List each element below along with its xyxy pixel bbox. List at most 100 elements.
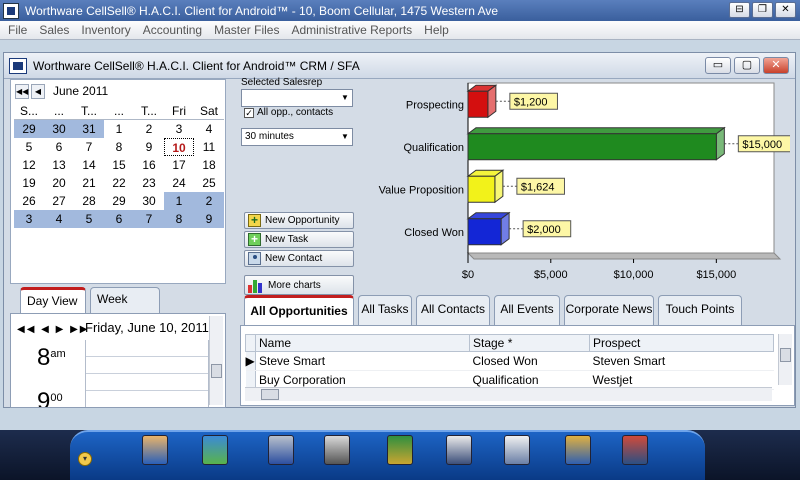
calendar-day[interactable]: 17 [164,156,194,174]
tab-touch-points[interactable]: Touch Points [658,295,742,325]
grid-vertical-scrollbar[interactable] [778,334,792,385]
calendar-day[interactable]: 16 [134,156,164,174]
menu-file[interactable]: File [2,23,33,37]
calendar-day[interactable]: 12 [14,156,44,174]
calendar-day[interactable]: 1 [104,120,134,138]
calendar-day[interactable]: 11 [194,138,224,156]
tab-day-view[interactable]: Day View [20,287,86,313]
calendar-day[interactable]: 25 [194,174,224,192]
globe-icon[interactable] [200,431,230,465]
calendar-day[interactable]: 9 [134,138,164,156]
menu-administrative-reports[interactable]: Administrative Reports [285,23,418,37]
calendar-day[interactable]: 28 [74,192,104,210]
calendar-day[interactable]: 4 [44,210,74,228]
table-row[interactable]: ▶ Steve Smart Closed Won Steven Smart [245,351,774,371]
calendar-day[interactable]: 27 [44,192,74,210]
calendar-day[interactable]: 31 [74,120,104,138]
register-icon[interactable] [322,431,352,465]
menu-master-files[interactable]: Master Files [208,23,285,37]
day-view-scrollbar[interactable] [209,316,223,405]
list-icon[interactable] [444,431,474,465]
calendar-day[interactable]: 29 [104,192,134,210]
calendar-month-label: June 2011 [53,84,109,98]
time-slots[interactable] [85,340,209,407]
calendar-day[interactable]: 7 [74,138,104,156]
prev-year-icon[interactable]: ◀◀ [15,83,29,99]
calendar-day[interactable]: 24 [164,174,194,192]
cell-name[interactable]: Steve Smart [255,351,470,371]
bar-side [500,211,510,246]
menu-accounting[interactable]: Accounting [137,23,208,37]
calendar-day[interactable]: 6 [44,138,74,156]
contact-icon [248,252,261,265]
calendar-day[interactable]: 9 [194,210,224,228]
new-task-button[interactable]: + New Task [244,231,354,248]
all-opp-checkbox[interactable]: ✓ All opp., contacts [244,107,333,118]
menu-help[interactable]: Help [418,23,455,37]
new-contact-button[interactable]: New Contact [244,250,354,267]
tab-all-opportunities[interactable]: All Opportunities [244,295,354,325]
dock-toggle-icon[interactable]: ▾ [78,452,92,466]
calendar-day[interactable]: 1 [164,192,194,210]
column-header-name[interactable]: Name [255,334,470,352]
calendar-day[interactable]: 6 [104,210,134,228]
documents-icon[interactable] [502,431,532,465]
calendar-day[interactable]: 20 [44,174,74,192]
salesrep-label: Selected Salesrep [241,77,323,88]
calendar-day[interactable]: 26 [14,192,44,210]
calendar-day[interactable]: 2 [194,192,224,210]
calendar-day[interactable]: 10 [164,138,194,156]
calendar-day[interactable]: 18 [194,156,224,174]
calendar-day[interactable]: 21 [74,174,104,192]
user-settings-icon[interactable] [620,431,650,465]
calendar-day[interactable]: 5 [74,210,104,228]
crm-maximize-button[interactable]: ▢ [734,57,760,74]
calendar-day[interactable]: 19 [14,174,44,192]
tab-week-view[interactable]: Week View [90,287,160,328]
menu-inventory[interactable]: Inventory [75,23,136,37]
close-button[interactable]: ✕ [775,2,796,18]
calendar-day[interactable]: 30 [44,120,74,138]
pipeline-chart: Prospecting $1,200 Qualification $15,000 Val… [356,77,794,289]
calendar-day[interactable]: 23 [134,174,164,192]
contacts-icon[interactable] [140,431,170,465]
crm-close-button[interactable]: ✕ [763,57,789,74]
calendar-day[interactable]: 7 [134,210,164,228]
tab-corporate-news[interactable]: Corporate News [564,295,654,325]
column-header-stage[interactable]: Stage * [469,334,590,352]
calendar-day[interactable]: 8 [164,210,194,228]
calendar-day[interactable]: 15 [104,156,134,174]
calendar-day[interactable]: 30 [134,192,164,210]
day-nav-icons[interactable]: ◀◀ ◀ ▶ ▶▶ [17,324,89,335]
restore-button[interactable]: ❐ [752,2,773,18]
calendar-day[interactable]: 8 [104,138,134,156]
calendar-day[interactable]: 13 [44,156,74,174]
tab-all-tasks[interactable]: All Tasks [358,295,412,325]
phone-icon[interactable] [266,431,296,465]
calendar-day-header: Fri [164,102,194,120]
calendar-day[interactable]: 2 [134,120,164,138]
calendar-day[interactable]: 4 [194,120,224,138]
new-opportunity-button[interactable]: + New Opportunity [244,212,354,229]
more-charts-button[interactable]: More charts [244,275,354,295]
calendar-day[interactable]: 3 [14,210,44,228]
salesrep-select[interactable]: ▼ [241,89,353,107]
cell-prospect[interactable]: Steven Smart [589,351,774,371]
calendar-day[interactable]: 29 [14,120,44,138]
tab-all-events[interactable]: All Events [494,295,560,325]
inventory-icon[interactable] [385,431,415,465]
tab-all-contacts[interactable]: All Contacts [416,295,490,325]
calendar-day[interactable]: 14 [74,156,104,174]
grid-horizontal-scrollbar[interactable] [245,387,772,401]
calendar-day[interactable]: 22 [104,174,134,192]
crm-minimize-button[interactable]: ▭ [705,57,731,74]
reports-icon[interactable] [563,431,593,465]
calendar-day[interactable]: 3 [164,120,194,138]
minimize-button[interactable]: ⊟ [729,2,750,18]
cell-stage[interactable]: Closed Won [469,351,590,371]
interval-select[interactable]: 30 minutes ▼ [241,128,353,146]
menu-sales[interactable]: Sales [33,23,75,37]
prev-month-icon[interactable]: ◀ [31,83,45,99]
column-header-prospect[interactable]: Prospect [589,334,774,352]
calendar-day[interactable]: 5 [14,138,44,156]
